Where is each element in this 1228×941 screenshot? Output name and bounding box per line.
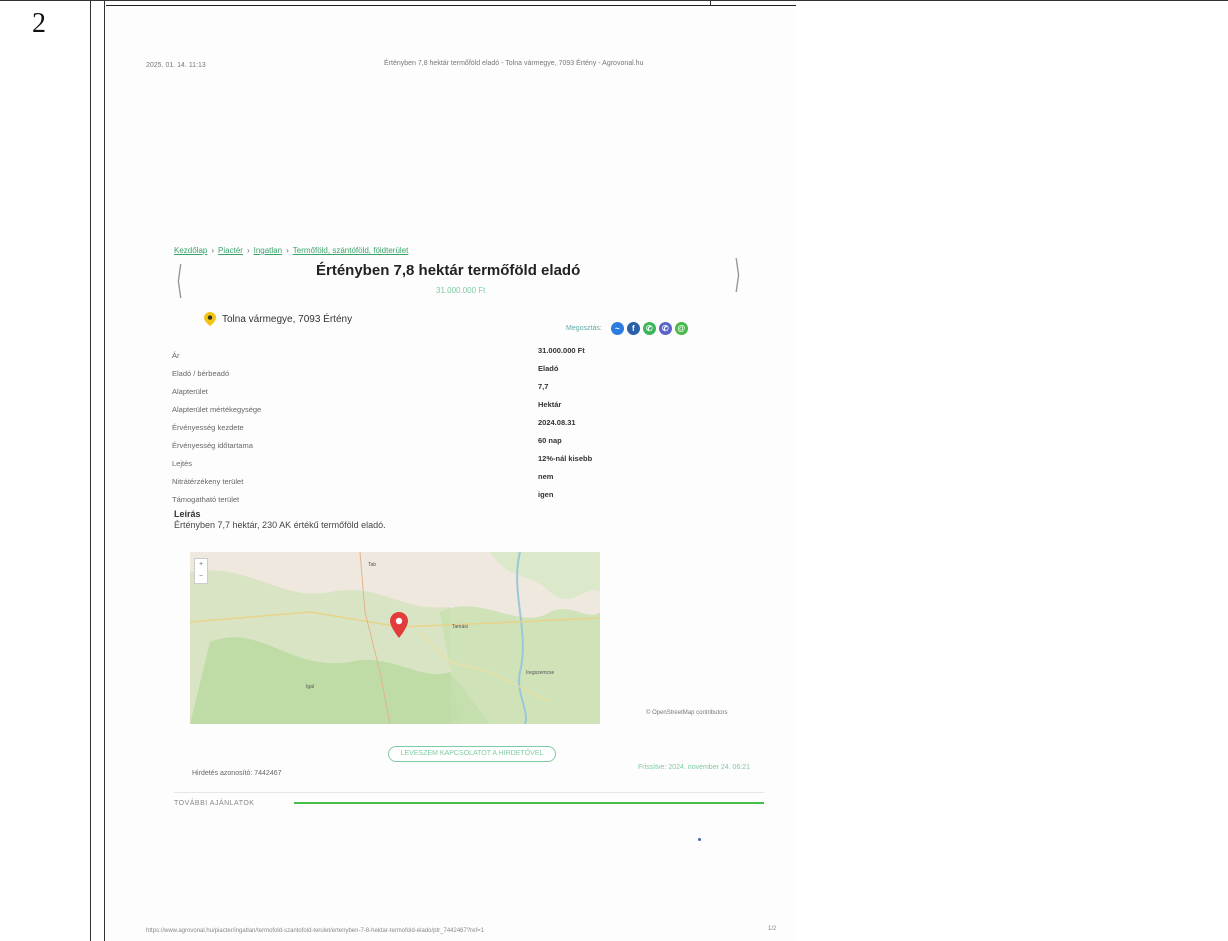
map-label: Tamási [452,624,468,630]
map-marker-icon[interactable] [390,612,408,638]
details-table: Ár 31.000.000 Ft Eladó / bérbeadó Eladó Al… [172,346,692,508]
updated-date: Frissítve: 2024. november 24. 06:21 [638,764,751,771]
facebook-share-icon[interactable]: f [626,322,640,335]
detail-value: nem [538,472,554,481]
next-listing-arrow-icon[interactable]: ⟩ [734,252,741,296]
detail-label: Támogatható terület [172,495,240,504]
more-offers-heading: TOVÁBBI AJÁNLATOK [174,800,255,807]
detail-label: Érvényesség időtartama [172,441,253,450]
detail-value: 60 nap [538,436,562,445]
listing-title: Értényben 7,8 hektár termőföld eladó [316,262,581,279]
breadcrumb-separator: › [246,246,250,255]
detail-value: igen [538,490,554,499]
frame-top-line [0,0,1228,1]
whatsapp-share-icon[interactable]: ✆ [642,322,656,335]
detail-value: 12%-nál kisebb [538,454,593,463]
detail-value: 2024.08.31 [538,418,576,427]
more-offers-underline [294,802,764,804]
detail-value: 7,7 [538,382,549,391]
detail-value: Hektár [538,400,562,409]
ad-id: Hirdetés azonosító: 7442467 [192,770,282,777]
description-heading: Leírás [174,509,201,519]
location-map[interactable]: + − Tab Tamási Iregszemcse Igal [190,552,600,724]
detail-label: Lejtés [172,459,193,468]
detail-label: Ár [172,351,180,360]
printed-page: 2025. 01. 14. 11:13 Értényben 7,8 hektár… [106,6,796,941]
messenger-share-icon[interactable]: ~ [610,322,624,335]
email-share-icon[interactable]: @ [674,322,688,335]
detail-value: 31.000.000 Ft [538,346,585,355]
detail-label: Érvényesség kezdete [172,423,244,432]
previous-listing-arrow-icon[interactable]: ⟨ [176,258,183,302]
breadcrumb: Kezdőlap › Piactér › Ingatlan › Termőföld, szá… [174,246,408,255]
detail-label: Nitrátérzékeny terület [172,477,244,486]
map-attribution[interactable]: © OpenStreetMap contributors [646,710,727,716]
detail-row: Alapterület mértékegysége Hektár [172,400,692,418]
print-date: 2025. 01. 14. 11:13 [146,62,206,69]
stray-dot [698,838,701,841]
listing-price: 31.000.000 Ft [436,286,486,295]
print-title: Értényben 7,8 hektár termőföld eladó - T… [384,60,644,67]
detail-label: Eladó / bérbeadó [172,369,230,378]
detail-row: Lejtés 12%-nál kisebb [172,454,692,472]
map-label: Tab [368,562,377,568]
detail-row: Érvényesség kezdete 2024.08.31 [172,418,692,436]
contact-advertiser-button[interactable]: LEVESZEM KAPCSOLATOT A HIRDETŐVEL [388,746,556,762]
print-url: https://www.agrovonal.hu/piacter/ingatla… [146,928,485,934]
detail-label: Alapterület [172,387,208,396]
detail-row: Alapterület 7,7 [172,382,692,400]
frame-left-line [90,0,91,941]
row-number: 2 [32,8,46,39]
map-label: Iregszemcse [526,670,555,676]
share-label: Megosztás: [566,325,602,332]
breadcrumb-separator: › [286,246,289,255]
breadcrumb-item-land[interactable]: Termőföld, szántóföld, földterület [293,246,409,255]
divider-line [174,792,764,793]
print-page-number: 1/2 [768,926,777,932]
breadcrumb-separator: › [211,246,215,255]
description-text: Értényben 7,7 hektár, 230 AK értékű term… [174,520,386,530]
detail-row: Érvényesség időtartama 60 nap [172,436,692,454]
map-zoom-control[interactable]: + − [194,558,208,584]
detail-label: Alapterület mértékegysége [172,405,262,414]
frame-left-line-2 [104,0,105,941]
detail-row: Ár 31.000.000 Ft [172,346,692,364]
map-label: Igal [306,684,315,690]
breadcrumb-item-realestate[interactable]: Ingatlan [254,246,282,255]
location-pin-icon [204,312,216,326]
breadcrumb-item-home[interactable]: Kezdőlap [174,246,207,255]
viber-share-icon[interactable]: ✆ [658,322,672,335]
detail-row: Eladó / bérbeadó Eladó [172,364,692,382]
detail-row: Támogatható terület igen [172,490,692,508]
share-bar: Megosztás: ~ f ✆ ✆ @ [566,322,688,335]
map-tiles [190,552,600,724]
detail-value: Eladó [538,364,559,373]
breadcrumb-item-market[interactable]: Piactér [218,246,243,255]
location-text: Tolna vármegye, 7093 Értény [222,313,353,325]
location: Tolna vármegye, 7093 Értény [204,312,352,326]
detail-row: Nitrátérzékeny terület nem [172,472,692,490]
